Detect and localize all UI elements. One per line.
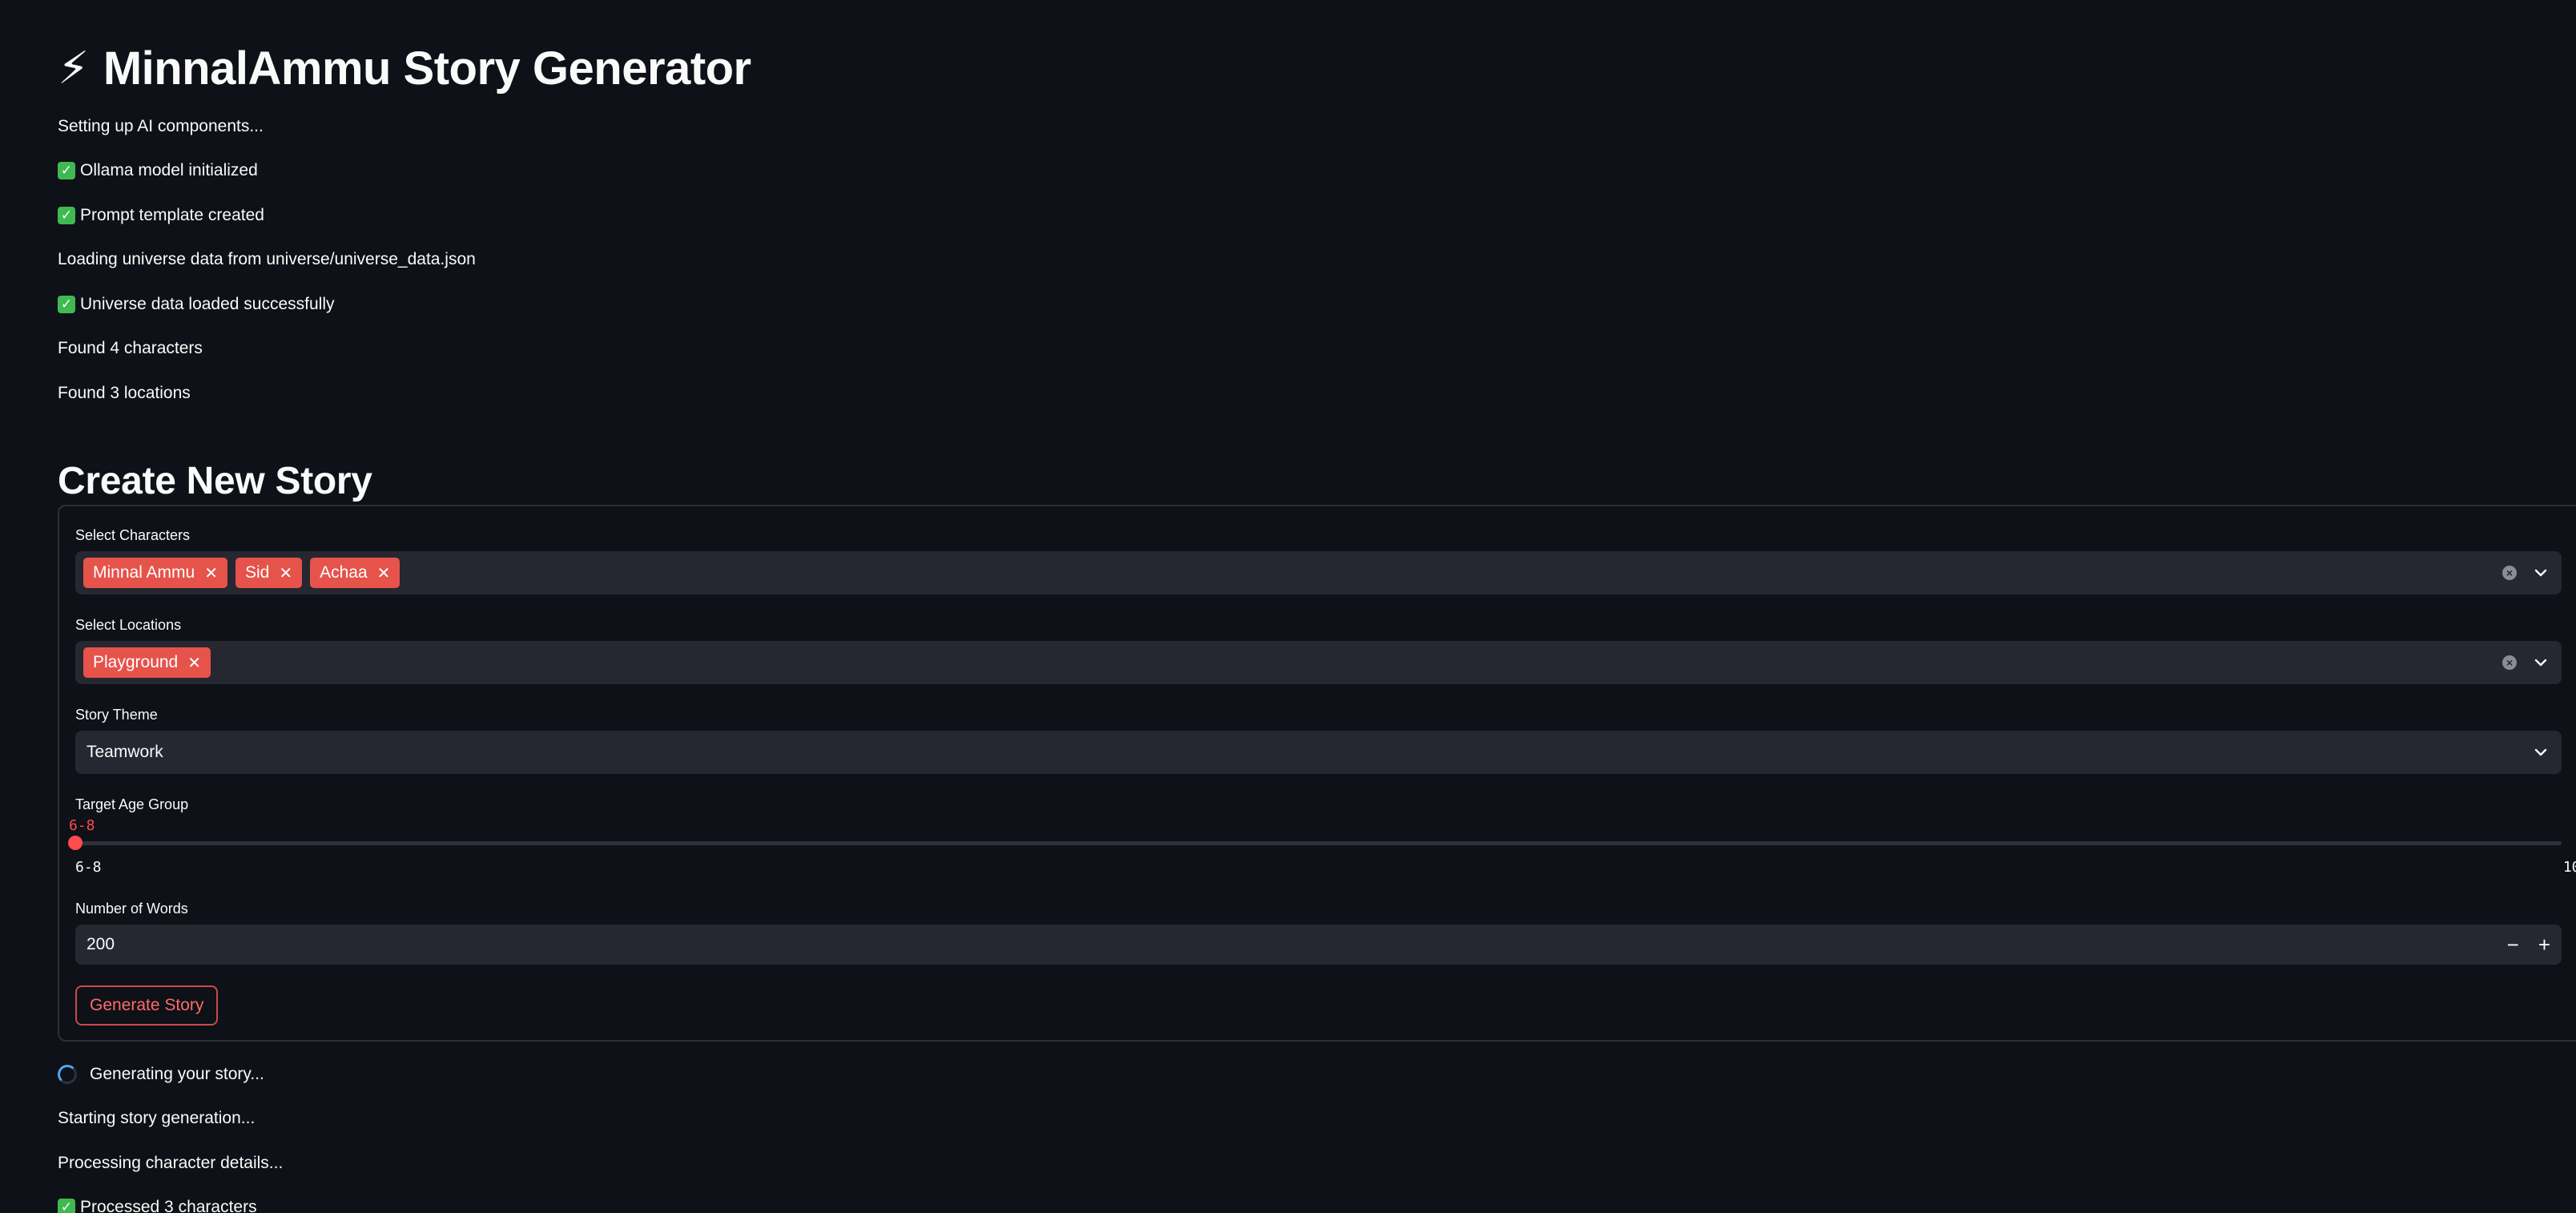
progress-text: Processing character details... [58, 1153, 284, 1172]
progress-text: Starting story generation... [58, 1109, 256, 1128]
story-form: Select Characters Minnal Ammu ✕ Sid ✕ Ac… [58, 505, 2576, 1042]
main-content: ⚡ MinnalAmmu Story Generator Setting up … [58, 32, 2576, 507]
progress-text: Processed 3 characters [80, 1198, 257, 1213]
checkmark-icon: ✓ [58, 206, 75, 224]
status-message: Loading universe data from universe/univ… [58, 238, 2576, 283]
tag-label: Playground [93, 653, 179, 671]
characters-multiselect[interactable]: Minnal Ammu ✕ Sid ✕ Achaa ✕ × [75, 551, 2562, 594]
character-tag[interactable]: Minnal Ammu ✕ [83, 558, 227, 588]
clear-all-icon[interactable]: × [2502, 566, 2517, 580]
status-message: Setting up AI components... [58, 104, 2576, 149]
progress-message: ✓ Processed 3 characters [58, 1186, 283, 1213]
status-text: Found 3 locations [58, 383, 191, 402]
words-label: Number of Words [75, 901, 188, 917]
app-page: ⚡ MinnalAmmu Story Generator Setting up … [0, 0, 2576, 1213]
field-controls: × [2502, 641, 2550, 684]
tag-label: Minnal Ammu [93, 563, 195, 582]
number-stepper: − + [2507, 925, 2550, 965]
spinner-row: Generating your story... [58, 1052, 283, 1097]
remove-tag-icon[interactable]: ✕ [279, 563, 292, 583]
character-tag[interactable]: Sid ✕ [235, 558, 303, 588]
status-text: Setting up AI components... [58, 116, 264, 135]
status-message: ✓ Ollama model initialized [58, 149, 2576, 194]
status-text: Found 4 characters [58, 339, 203, 358]
field-controls: × [2502, 551, 2550, 594]
age-group-slider[interactable] [68, 836, 2562, 850]
status-text: Universe data loaded successfully [80, 294, 335, 313]
checkmark-icon: ✓ [58, 162, 75, 180]
chevron-down-icon[interactable] [2531, 743, 2550, 762]
theme-value: Teamwork [87, 743, 163, 761]
chevron-down-icon[interactable] [2531, 563, 2550, 582]
status-message: Found 3 locations [58, 371, 2576, 416]
decrement-button[interactable]: − [2507, 933, 2519, 957]
generation-progress: Generating your story... Starting story … [58, 1052, 283, 1213]
page-title-text: MinnalAmmu Story Generator [103, 42, 751, 95]
characters-label: Select Characters [75, 527, 191, 543]
tag-label: Achaa [320, 563, 368, 582]
remove-tag-icon[interactable]: ✕ [204, 563, 218, 583]
locations-label: Select Locations [75, 617, 182, 633]
tag-label: Sid [244, 563, 270, 582]
checkmark-icon: ✓ [58, 295, 75, 313]
age-group-label: Target Age Group [75, 796, 189, 812]
remove-tag-icon[interactable]: ✕ [187, 653, 201, 673]
spinner-icon [58, 1064, 77, 1084]
lightning-icon: ⚡ [58, 42, 89, 93]
page-title: ⚡ MinnalAmmu Story Generator [58, 32, 2576, 104]
slider-thumb[interactable] [68, 836, 83, 850]
theme-label: Story Theme [75, 707, 158, 723]
status-text: Ollama model initialized [80, 161, 258, 180]
chevron-down-icon[interactable] [2531, 653, 2550, 672]
remove-tag-icon[interactable]: ✕ [377, 563, 391, 583]
progress-message: Processing character details... [58, 1141, 283, 1186]
checkmark-icon: ✓ [58, 1199, 75, 1213]
generate-story-button[interactable]: Generate Story [75, 985, 219, 1026]
status-message: ✓ Prompt template created [58, 193, 2576, 238]
slider-min-label: 6-8 [75, 859, 102, 876]
status-text: Prompt template created [80, 205, 264, 224]
status-text: Loading universe data from universe/univ… [58, 250, 476, 269]
theme-select[interactable]: Teamwork [75, 731, 2562, 774]
location-tag[interactable]: Playground ✕ [83, 647, 211, 678]
locations-multiselect[interactable]: Playground ✕ × [75, 641, 2562, 684]
slider-current-value: 6-8 [69, 817, 95, 834]
clear-all-icon[interactable]: × [2502, 655, 2517, 670]
words-value[interactable]: 200 [83, 935, 115, 954]
progress-message: Starting story generation... [58, 1097, 283, 1142]
words-number-input[interactable]: 200 − + [75, 925, 2562, 965]
slider-max-label: 10-12 [2562, 859, 2576, 876]
status-message: Found 4 characters [58, 327, 2576, 372]
section-title: Create New Story [58, 460, 372, 502]
character-tag[interactable]: Achaa ✕ [310, 558, 400, 588]
spinner-text: Generating your story... [90, 1064, 264, 1083]
field-controls [2531, 731, 2550, 774]
status-message: ✓ Universe data loaded successfully [58, 282, 2576, 327]
status-log: Setting up AI components... ✓ Ollama mode… [58, 104, 2576, 416]
increment-button[interactable]: + [2538, 933, 2550, 957]
